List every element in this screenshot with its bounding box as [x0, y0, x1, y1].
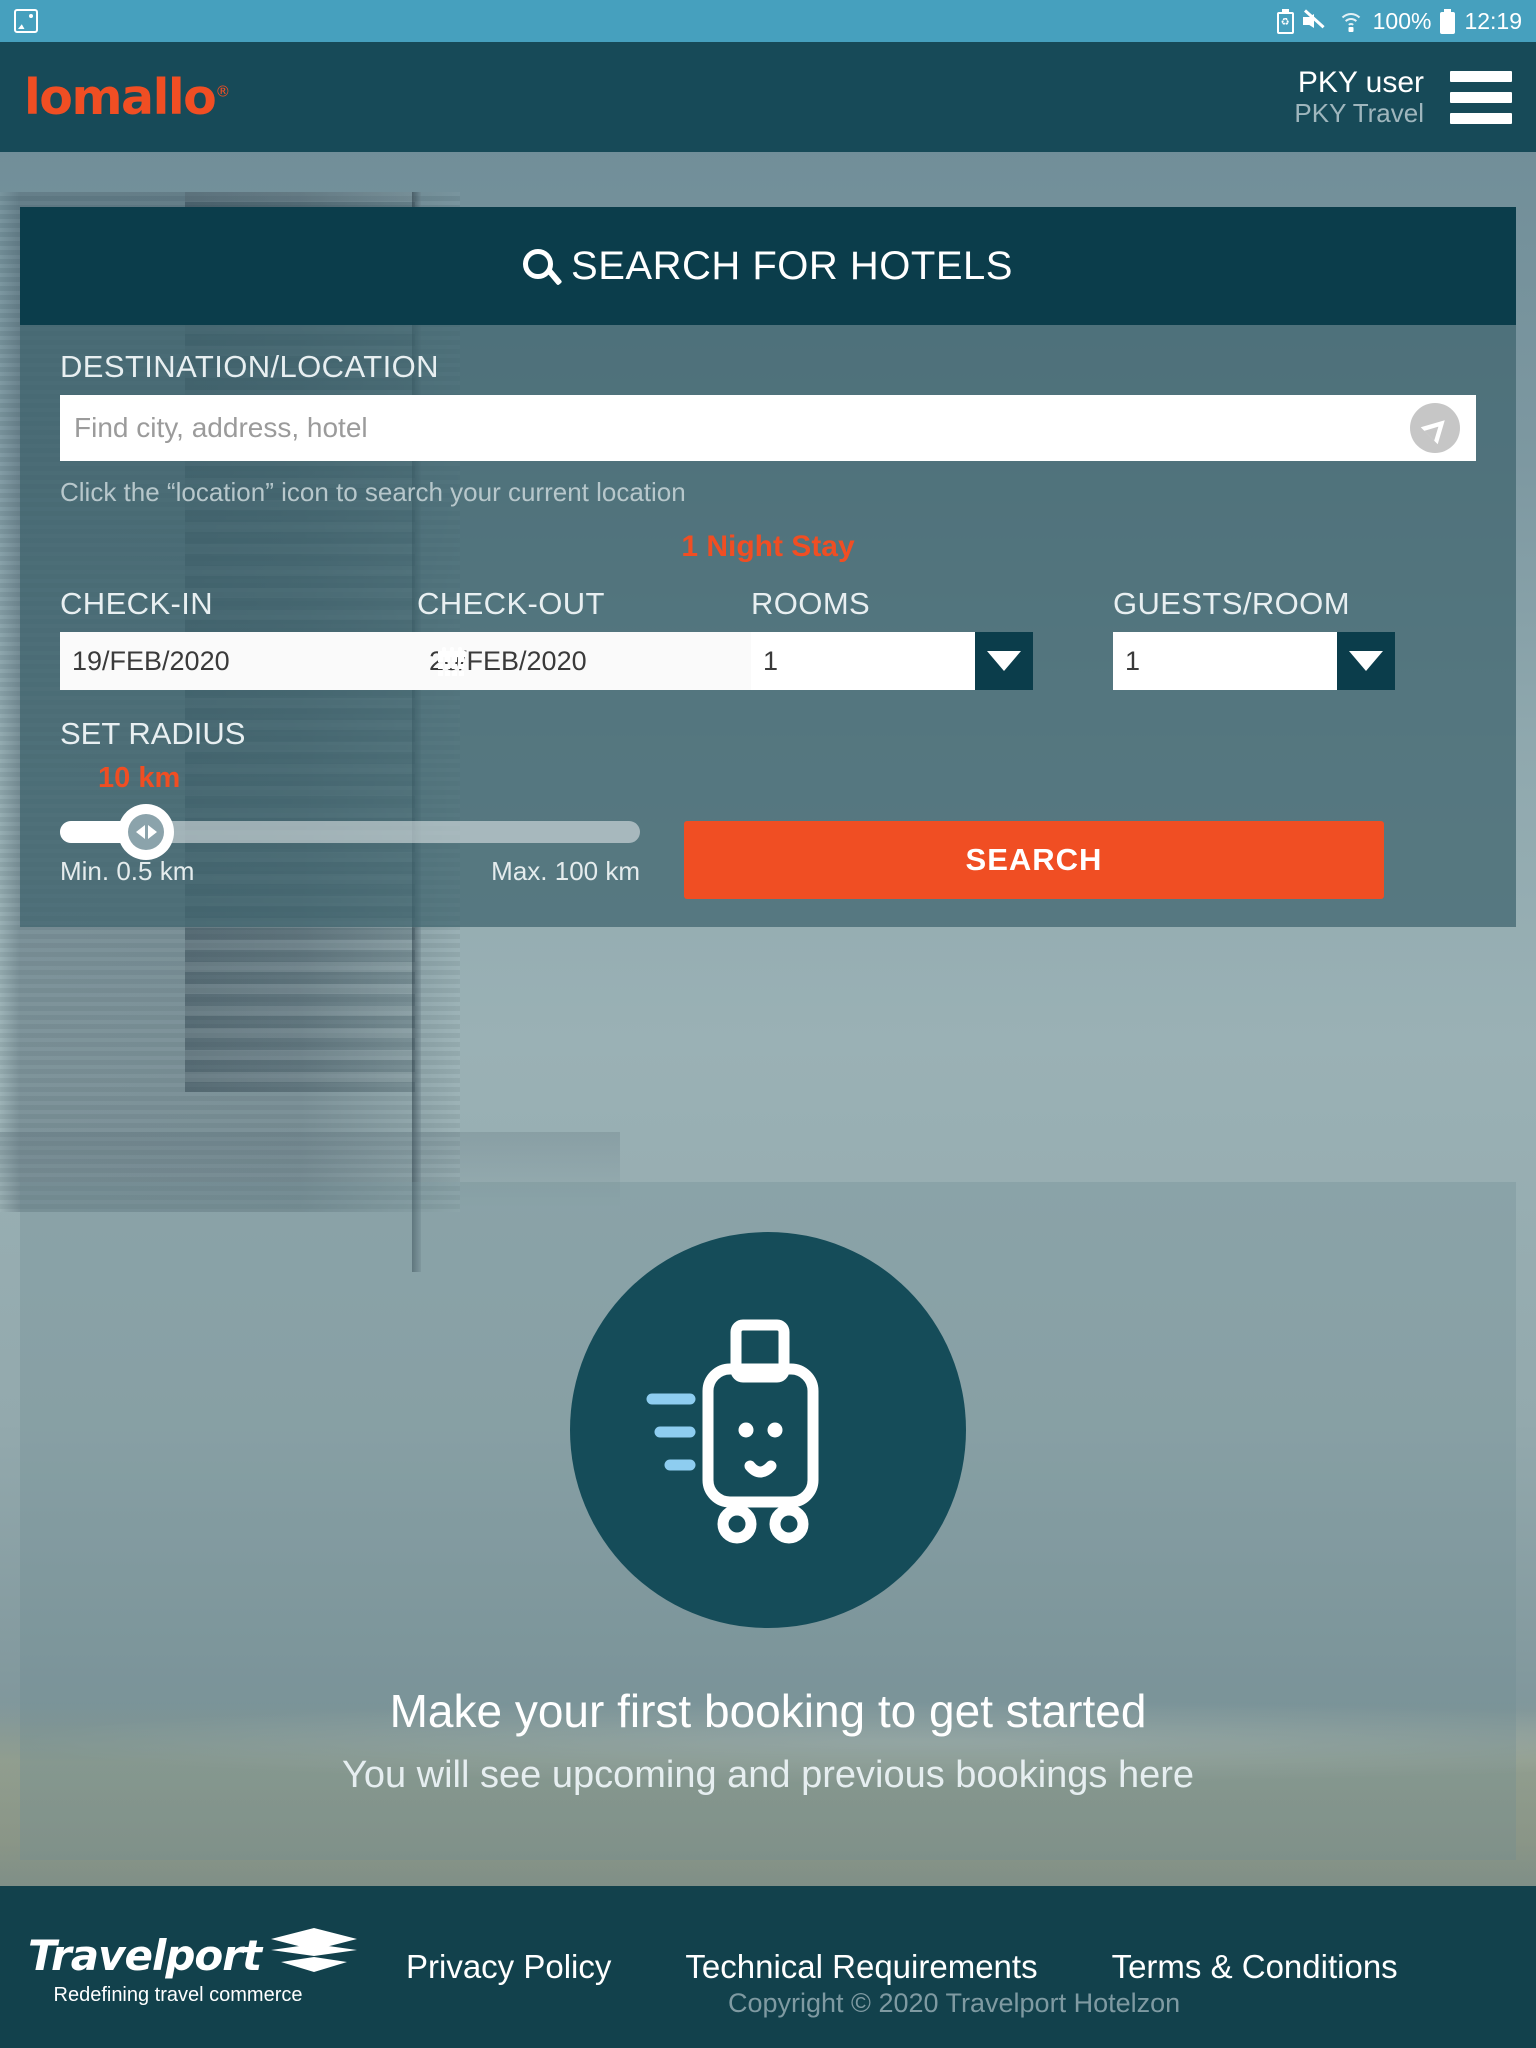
hamburger-bar [1450, 112, 1512, 124]
check-out-input[interactable] [417, 632, 795, 690]
footer-links: Privacy Policy Technical Requirements Te… [406, 1948, 1398, 1986]
search-panel-header: SEARCH FOR HOTELS [20, 207, 1516, 325]
user-org-label: PKY Travel [1294, 98, 1424, 129]
user-name-label: PKY user [1297, 65, 1424, 99]
destination-field-wrapper [60, 395, 1476, 461]
privacy-policy-link[interactable]: Privacy Policy [406, 1948, 611, 1986]
app-footer: Travelport Redefining travel commerce Pr… [0, 1886, 1536, 2048]
radius-label: SET RADIUS [60, 716, 246, 751]
status-bar-right: ♻ 100% 12:19 [1276, 7, 1522, 35]
battery-icon [1440, 8, 1456, 34]
travelport-logo: Travelport Redefining travel commerce [28, 1927, 358, 2007]
travelport-logo-row: Travelport [28, 1927, 358, 1980]
bookings-empty-state: Make your first booking to get started Y… [20, 1182, 1516, 1860]
check-in-field: CHECK-IN [60, 586, 466, 690]
smiling-suitcase-icon [570, 1232, 966, 1628]
travelport-brand-label: Travelport [28, 1930, 262, 1980]
hamburger-menu-icon[interactable] [1450, 70, 1512, 124]
app-root: ♻ 100% 12:19 lomallo® PKY user PKY Trave… [0, 0, 1536, 2048]
slider-scale: Min. 0.5 km Max. 100 km [60, 856, 640, 887]
guests-label: GUESTS/ROOM [1113, 586, 1350, 621]
wifi-icon [1337, 11, 1364, 32]
hamburger-bar [1450, 70, 1512, 82]
app-header: lomallo® PKY user PKY Travel [0, 42, 1536, 152]
travelport-tagline: Redefining travel commerce [53, 1983, 303, 2006]
chevron-down-icon[interactable] [975, 632, 1033, 690]
registered-mark: ® [215, 82, 230, 101]
search-button[interactable]: SEARCH [684, 821, 1384, 899]
volume-off-icon [1302, 9, 1329, 32]
slider-thumb[interactable] [118, 804, 174, 860]
android-status-bar: ♻ 100% 12:19 [0, 0, 1536, 42]
radius-slider[interactable]: Min. 0.5 km Max. 100 km [60, 804, 640, 887]
page-content: SEARCH FOR HOTELS DESTINATION/LOCATION C… [0, 152, 1536, 1886]
destination-hint: Click the “location” icon to search your… [60, 477, 686, 507]
guests-value: 1 [1113, 632, 1337, 690]
clock-label: 12:19 [1464, 7, 1522, 34]
terms-conditions-link[interactable]: Terms & Conditions [1112, 1948, 1398, 1986]
logo-text: lomallo [24, 68, 217, 126]
slider-min-label: Min. 0.5 km [60, 856, 195, 886]
destination-input[interactable] [60, 395, 1476, 461]
search-fields-row: CHECK-IN CHECK-OUT [60, 586, 1476, 690]
hotel-search-panel: SEARCH FOR HOTELS DESTINATION/LOCATION C… [20, 207, 1516, 927]
rooms-field: ROOMS 1 [751, 586, 1033, 690]
radius-row: Min. 0.5 km Max. 100 km SEARCH [60, 804, 1476, 899]
user-info[interactable]: PKY user PKY Travel [1294, 66, 1424, 129]
search-panel-title: SEARCH FOR HOTELS [571, 243, 1013, 288]
hamburger-bar [1450, 91, 1512, 103]
lomallo-logo[interactable]: lomallo® [24, 73, 230, 122]
copyright-label: Copyright © 2020 Travelport Hotelzon [728, 1988, 1181, 2018]
status-bar-left [14, 9, 38, 33]
battery-percent-label: 100% [1372, 7, 1432, 34]
rooms-select[interactable]: 1 [751, 632, 1033, 690]
slider-max-label: Max. 100 km [491, 856, 640, 886]
slider-track[interactable] [60, 804, 640, 860]
guests-select[interactable]: 1 [1113, 632, 1395, 690]
battery-saver-icon: ♻ [1276, 8, 1294, 34]
destination-label: DESTINATION/LOCATION [60, 349, 439, 384]
magnifier-icon [523, 249, 554, 279]
check-in-combo [60, 632, 466, 690]
check-in-label: CHECK-IN [60, 586, 214, 621]
travelport-mark-icon [271, 1927, 358, 1974]
guests-field: GUESTS/ROOM 1 [1113, 586, 1395, 690]
navigation-arrow-icon[interactable] [1410, 403, 1460, 453]
technical-requirements-link[interactable]: Technical Requirements [685, 1948, 1037, 1986]
chevron-down-icon[interactable] [1337, 632, 1395, 690]
rooms-value: 1 [751, 632, 975, 690]
empty-state-subtitle: You will see upcoming and previous booki… [341, 1754, 1195, 1796]
radius-value: 10 km [98, 762, 181, 794]
check-out-label: CHECK-OUT [417, 586, 605, 621]
slider-thumb-arrows [128, 814, 164, 850]
check-in-input[interactable] [60, 632, 438, 690]
image-icon [14, 9, 38, 33]
empty-state-title: Make your first booking to get started [389, 1685, 1147, 1737]
rooms-label: ROOMS [751, 586, 871, 621]
search-panel-body: DESTINATION/LOCATION Click the “location… [20, 325, 1516, 927]
stay-summary-label: 1 Night Stay [681, 530, 855, 563]
